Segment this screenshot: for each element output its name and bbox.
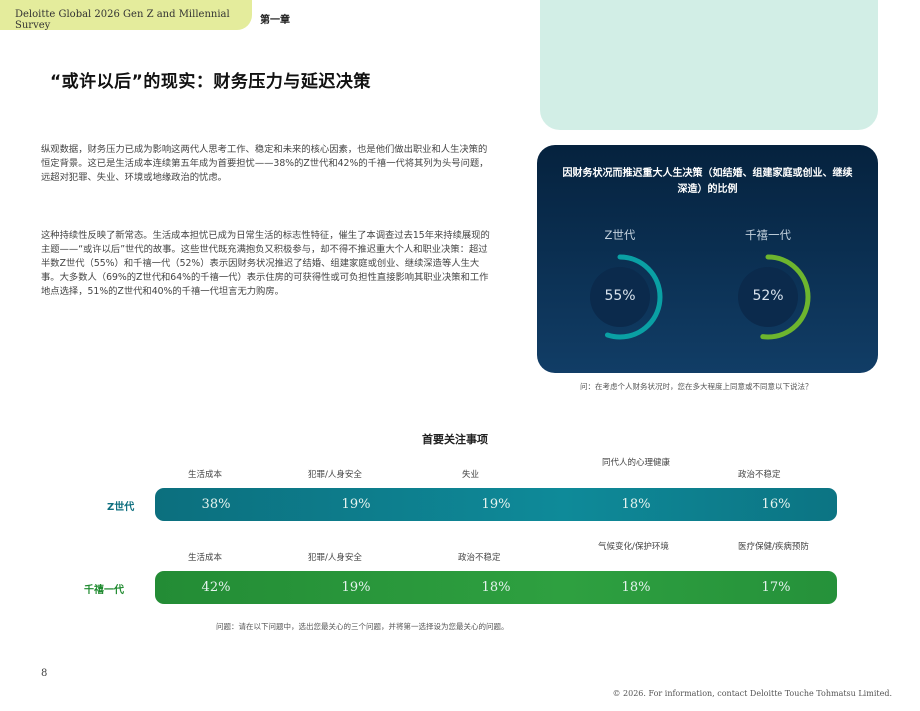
millennial-value-4: 18% (621, 580, 651, 595)
millennial-category-2: 犯罪/人身安全 (308, 553, 362, 563)
page-number: 8 (41, 668, 48, 679)
millennial-category-1: 生活成本 (188, 553, 223, 563)
millennial-value-2: 19% (341, 580, 371, 595)
ring-value-genz: 55% (604, 288, 636, 304)
genz-value-3: 19% (481, 497, 511, 512)
body-paragraph-1: 纵观数据，财务压力已成为影响这两代人思考工作、稳定和未来的核心因素，也是他们做出… (41, 144, 489, 183)
millennial-row-label: 千禧一代 (84, 585, 124, 596)
ring-value-millennial: 52% (752, 288, 784, 304)
concerns-title: 首要关注事项 (422, 433, 488, 446)
survey-title-tab: Deloitte Global 2026 Gen Z and Millennia… (0, 0, 252, 31)
genz-value-5: 16% (761, 497, 791, 512)
page-headline: “或许以后”的现实：财务压力与延迟决策 (50, 72, 371, 92)
ring-label-genz: Z世代 (604, 228, 636, 242)
concerns-question: 问题：请在以下问题中，选出您最关心的三个问题，并将第一选择设为您最关心的问题。 (216, 622, 509, 631)
ring-label-millennial: 千禧一代 (745, 228, 791, 242)
millennial-concerns-bar: 42% 19% 18% 18% 17% (155, 571, 837, 604)
millennial-category-5: 医疗保健/疾病预防 (738, 542, 809, 552)
genz-category-2: 犯罪/人身安全 (308, 470, 362, 480)
millennial-value-1: 42% (201, 580, 231, 595)
genz-value-4: 18% (621, 497, 651, 512)
genz-category-5: 政治不稳定 (738, 470, 781, 480)
ring-genz: 55% (575, 252, 665, 342)
genz-category-3: 失业 (462, 470, 480, 480)
genz-category-4: 同代人的心理健康 (602, 458, 671, 468)
genz-category-1: 生活成本 (188, 470, 223, 480)
copyright-footer: © 2026. For information, contact Deloitt… (612, 689, 892, 698)
genz-row-label: Z世代 (107, 502, 135, 513)
genz-concerns-bar: 38% 19% 19% 18% 16% (155, 488, 837, 521)
millennial-category-4: 气候变化/保护环境 (598, 542, 669, 552)
decorative-mint-block (540, 0, 878, 130)
panel-question: 问：在考虑个人财务状况时，您在多大程度上同意或不同意以下说法？ (580, 382, 813, 391)
ring-millennial: 52% (723, 252, 813, 342)
millennial-value-5: 17% (761, 580, 791, 595)
millennial-category-3: 政治不稳定 (458, 553, 501, 563)
body-paragraph-2: 这种持续性反映了新常态。生活成本担忧已成为日常生活的标志性特征，催生了本调查过去… (41, 230, 490, 297)
panel-title: 因财务状况而推迟重大人生决策（如结婚、组建家庭或创业、继续深造）的比例 (562, 168, 853, 195)
delay-decision-panel: 因财务状况而推迟重大人生决策（如结婚、组建家庭或创业、继续深造）的比例 Z世代 … (537, 145, 878, 373)
genz-value-1: 38% (201, 497, 231, 512)
chapter-label: 第一章 (260, 15, 290, 26)
survey-title: Deloitte Global 2026 Gen Z and Millennia… (15, 9, 230, 31)
millennial-value-3: 18% (481, 580, 511, 595)
genz-value-2: 19% (341, 497, 371, 512)
